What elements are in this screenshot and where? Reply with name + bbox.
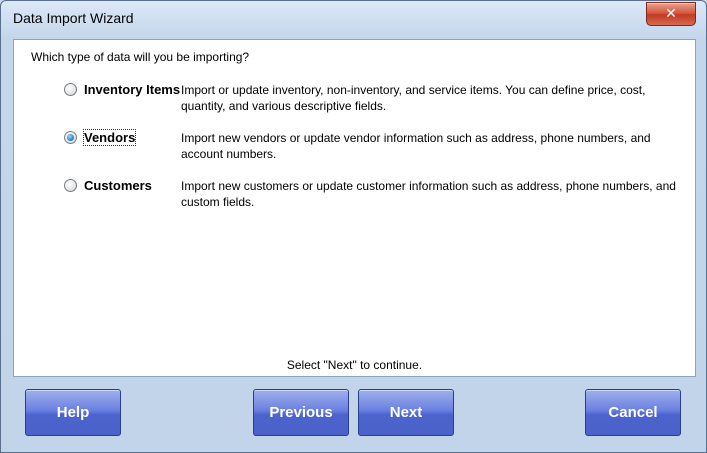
- vendors-radio[interactable]: [64, 131, 77, 144]
- inventory-items-label[interactable]: Inventory Items: [84, 82, 180, 97]
- data-import-wizard-window: Data Import Wizard ✕ Which type of data …: [0, 0, 707, 453]
- option-vendors[interactable]: Vendors Import new vendors or update ven…: [62, 128, 682, 164]
- close-button[interactable]: ✕: [646, 2, 696, 26]
- vendors-description: Import new vendors or update vendor info…: [181, 131, 651, 161]
- vendors-label[interactable]: Vendors: [82, 129, 137, 146]
- option-customers[interactable]: Customers Import new customers or update…: [62, 176, 682, 212]
- close-icon: ✕: [665, 6, 677, 22]
- cancel-button[interactable]: Cancel: [585, 389, 681, 436]
- customers-description: Import new customers or update customer …: [181, 179, 676, 209]
- customers-label[interactable]: Customers: [84, 178, 152, 193]
- next-button[interactable]: Next: [358, 389, 454, 436]
- import-type-question: Which type of data will you be importing…: [31, 50, 250, 64]
- customers-radio[interactable]: [64, 179, 77, 192]
- inventory-items-description: Import or update inventory, non-inventor…: [181, 83, 646, 113]
- window-title: Data Import Wizard: [13, 10, 134, 26]
- title-bar: Data Import Wizard ✕: [1, 1, 706, 39]
- inventory-items-radio[interactable]: [64, 83, 77, 96]
- option-inventory-items[interactable]: Inventory Items Import or update invento…: [62, 80, 682, 116]
- previous-button[interactable]: Previous: [253, 389, 349, 436]
- help-button[interactable]: Help: [25, 389, 121, 436]
- wizard-content-panel: Which type of data will you be importing…: [13, 39, 696, 377]
- continue-instruction: Select "Next" to continue.: [286, 358, 423, 372]
